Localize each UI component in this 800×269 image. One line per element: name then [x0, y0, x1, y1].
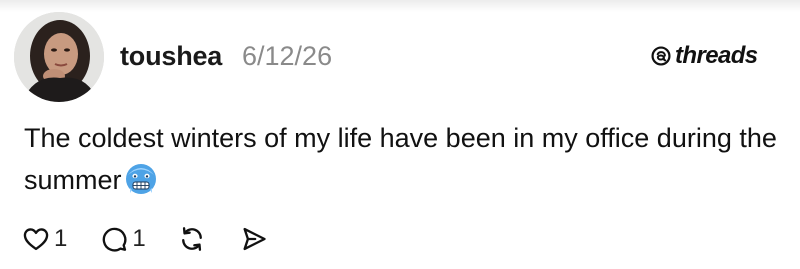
- avatar[interactable]: [14, 12, 104, 102]
- username[interactable]: toushea: [120, 40, 222, 72]
- like-button[interactable]: 1: [22, 222, 67, 256]
- share-button[interactable]: [240, 222, 268, 256]
- repost-icon: [181, 227, 202, 251]
- share-icon: [243, 227, 266, 251]
- threads-logo-icon: [651, 46, 671, 66]
- post-actions: 1 1: [22, 222, 268, 256]
- cold-face-emoji-icon: [125, 164, 156, 194]
- reply-count: 1: [132, 225, 146, 252]
- comment-icon: [103, 227, 127, 252]
- repost-button[interactable]: [178, 222, 206, 256]
- threads-brand: threads: [650, 40, 758, 72]
- brand-name: threads: [675, 42, 758, 69]
- reply-button[interactable]: 1: [100, 222, 146, 256]
- post-body: The coldest winters of my life have been…: [24, 117, 784, 201]
- like-count: 1: [54, 225, 68, 252]
- heart-icon: [23, 228, 49, 251]
- top-edge-shadow: [0, 0, 800, 12]
- post-date: 6/12/26: [242, 41, 333, 71]
